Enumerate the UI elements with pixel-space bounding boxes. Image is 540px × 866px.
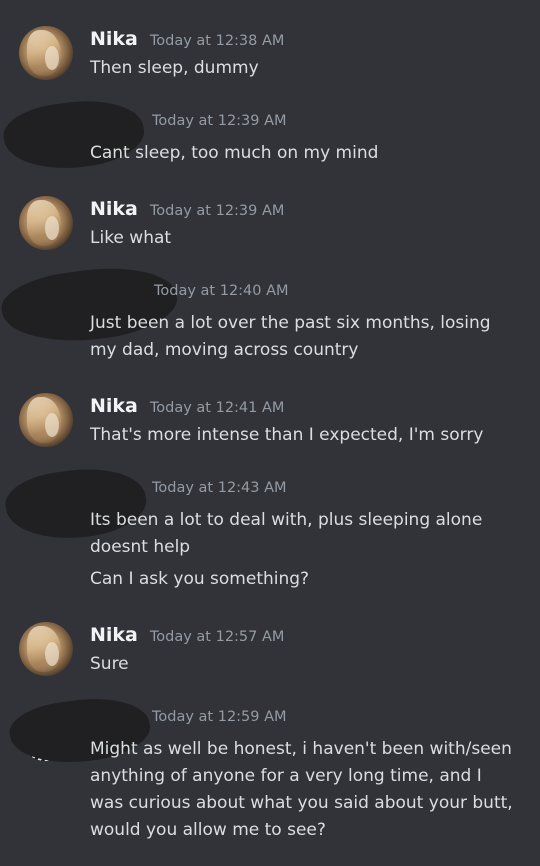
message-text: Can I ask you something? [90,569,310,589]
chat-message-list: Nika Today at 12:38 AM Then sleep, dummy… [0,0,540,866]
message-header: Nika Today at 12:41 AM [90,395,284,423]
message-header: Nika Today at 12:38 AM [90,28,284,56]
user-avatar-icon[interactable] [19,393,73,447]
message-header: Nika Today at 12:39 AM [90,198,284,226]
username[interactable]: Nika [90,28,138,50]
message-text: Just been a lot over the past six months… [90,313,491,360]
timestamp[interactable]: Today at 12:39 AM [150,203,285,219]
username[interactable]: Nika [90,395,138,417]
username[interactable]: Nika [90,198,138,220]
message-header: Today at 12:43 AM [90,480,287,508]
message-text: That's more intense than I expected, I'm… [90,425,484,445]
user-avatar-icon[interactable] [19,196,73,250]
message-header: Today at 12:39 AM [90,113,287,141]
message-text: Sure [90,654,129,674]
username[interactable]: Nika [90,624,138,646]
message-header: Today at 12:59 AM [90,709,287,737]
message-header: Today at 12:40 AM [90,283,289,311]
timestamp[interactable]: Today at 12:39 AM [152,113,287,129]
timestamp[interactable]: Today at 12:41 AM [150,400,285,416]
timestamp[interactable]: Today at 12:43 AM [152,480,287,496]
timestamp[interactable]: Today at 12:57 AM [150,629,285,645]
message-text: Then sleep, dummy [90,58,259,78]
message-text: Cant sleep, too much on my mind [90,143,379,163]
user-avatar-icon[interactable] [19,26,73,80]
timestamp[interactable]: Today at 12:40 AM [154,283,289,299]
message-text: Like what [90,228,172,248]
message-text: Might as well be honest, i haven't been … [90,739,513,840]
message-header: Nika Today at 12:57 AM [90,624,284,652]
user-avatar-icon[interactable] [19,622,73,676]
timestamp[interactable]: Today at 12:59 AM [152,709,287,725]
message-text: Its been a lot to deal with, plus sleepi… [90,510,483,557]
timestamp[interactable]: Today at 12:38 AM [150,33,285,49]
